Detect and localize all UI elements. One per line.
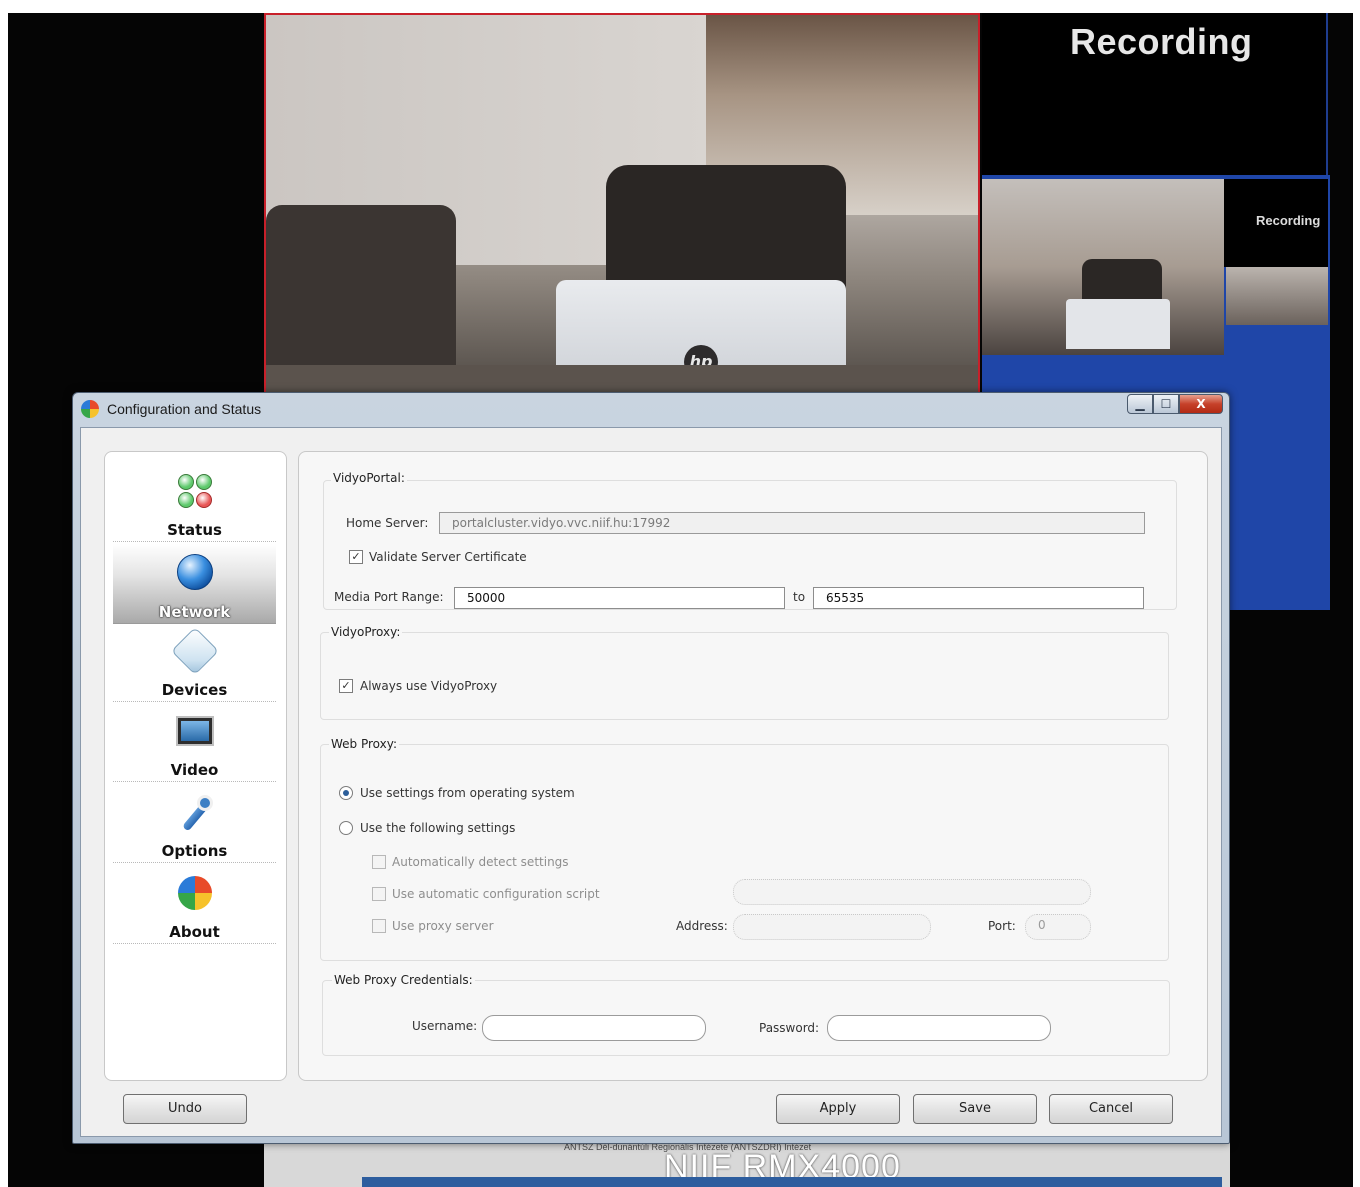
- main-video-feed: hp: [264, 13, 980, 393]
- use-os-settings-label: Use settings from operating system: [360, 786, 575, 800]
- undo-button[interactable]: Undo: [123, 1094, 247, 1124]
- proxy-address-field[interactable]: [733, 914, 931, 940]
- status-lights-icon: [175, 468, 215, 508]
- network-settings-panel: VidyoPortal: Home Server: portalcluster.…: [298, 451, 1208, 1081]
- dialog-client-area: Status Network Devices Video Options Abo…: [80, 427, 1222, 1137]
- vidyoportal-title: VidyoPortal:: [331, 471, 407, 485]
- configuration-dialog: Configuration and Status ▁ ☐ X Status Ne…: [72, 392, 1230, 1144]
- media-port-label: Media Port Range:: [334, 590, 444, 604]
- maximize-button[interactable]: ☐: [1153, 394, 1179, 414]
- password-label: Password:: [759, 1021, 820, 1035]
- sidebar-item-devices[interactable]: Devices: [113, 622, 276, 702]
- vidyoproxy-group: [320, 632, 1169, 720]
- use-following-settings-radio[interactable]: [339, 821, 353, 835]
- auto-config-script-field[interactable]: [733, 879, 1091, 905]
- sidebar-item-label: Network: [158, 603, 231, 621]
- taskbar: [362, 1177, 1222, 1187]
- pip-video-feed: [982, 179, 1224, 355]
- auto-config-script-checkbox[interactable]: [372, 887, 386, 901]
- password-field[interactable]: [827, 1015, 1051, 1041]
- window-controls: ▁ ☐ X: [1127, 394, 1223, 416]
- auto-detect-checkbox[interactable]: [372, 855, 386, 869]
- home-server-field[interactable]: portalcluster.vidyo.vvc.niif.hu:17992: [439, 512, 1145, 534]
- sidebar-item-label: About: [169, 923, 220, 941]
- pip-small-video: [1226, 267, 1328, 325]
- cancel-button[interactable]: Cancel: [1049, 1094, 1173, 1124]
- recording-label: Recording: [1070, 21, 1253, 62]
- close-button[interactable]: X: [1179, 394, 1223, 414]
- sidebar-item-status[interactable]: Status: [113, 462, 276, 542]
- sidebar-item-label: Devices: [161, 681, 228, 699]
- save-button[interactable]: Save: [913, 1094, 1037, 1124]
- globe-icon: [175, 550, 215, 590]
- use-proxy-server-label: Use proxy server: [392, 919, 494, 933]
- window-title: Configuration and Status: [107, 401, 262, 417]
- webproxy-title: Web Proxy:: [329, 737, 400, 751]
- port-label: Port:: [988, 919, 1016, 933]
- wrench-icon: [175, 789, 215, 832]
- title-bar[interactable]: Configuration and Status ▁ ☐ X: [73, 393, 1229, 427]
- vidyo-app-icon: [81, 400, 99, 418]
- auto-config-script-label: Use automatic configuration script: [392, 887, 600, 901]
- apply-button[interactable]: Apply: [776, 1094, 900, 1124]
- sidebar-item-video[interactable]: Video: [113, 702, 276, 782]
- use-os-settings-radio[interactable]: [339, 786, 353, 800]
- pip-recording-label: Recording: [1256, 213, 1321, 228]
- sidebar: Status Network Devices Video Options Abo…: [104, 451, 287, 1081]
- use-following-settings-label: Use the following settings: [360, 821, 516, 835]
- always-use-vidyoproxy-label: Always use VidyoProxy: [360, 679, 498, 693]
- sidebar-item-network[interactable]: Network: [113, 544, 276, 624]
- sidebar-item-label: Video: [170, 761, 219, 779]
- address-label: Address:: [676, 919, 728, 933]
- bottom-video-strip: ANTSZ Dél-dunántúli Regionális Intézete …: [264, 1140, 1230, 1187]
- credentials-title: Web Proxy Credentials:: [332, 973, 475, 987]
- media-port-to-field[interactable]: 65535: [813, 587, 1144, 609]
- always-use-vidyoproxy-checkbox[interactable]: ✓: [339, 679, 353, 693]
- proxy-port-field[interactable]: 0: [1025, 914, 1091, 940]
- username-label: Username:: [412, 1019, 478, 1033]
- sidebar-item-about[interactable]: About: [113, 864, 276, 944]
- recording-panel: Recording: [982, 13, 1328, 175]
- use-proxy-server-checkbox[interactable]: [372, 919, 386, 933]
- sidebar-item-options[interactable]: Options: [113, 783, 276, 863]
- pip-laptop: [1066, 299, 1170, 349]
- home-server-label: Home Server:: [346, 516, 429, 530]
- video-chair-left: [266, 205, 456, 375]
- video-table: [266, 365, 978, 393]
- sidebar-item-label: Options: [161, 842, 228, 860]
- media-port-from-field[interactable]: 50000: [454, 587, 785, 609]
- to-label: to: [793, 590, 806, 604]
- username-field[interactable]: [482, 1015, 706, 1041]
- video-icon: [175, 708, 215, 748]
- about-icon: [175, 870, 215, 910]
- auto-detect-label: Automatically detect settings: [392, 855, 569, 869]
- devices-icon: [170, 626, 219, 676]
- validate-certificate-label: Validate Server Certificate: [369, 550, 527, 564]
- minimize-button[interactable]: ▁: [1127, 394, 1153, 414]
- vidyoproxy-title: VidyoProxy:: [329, 625, 403, 639]
- sidebar-item-label: Status: [167, 521, 222, 539]
- validate-certificate-checkbox[interactable]: ✓: [349, 550, 363, 564]
